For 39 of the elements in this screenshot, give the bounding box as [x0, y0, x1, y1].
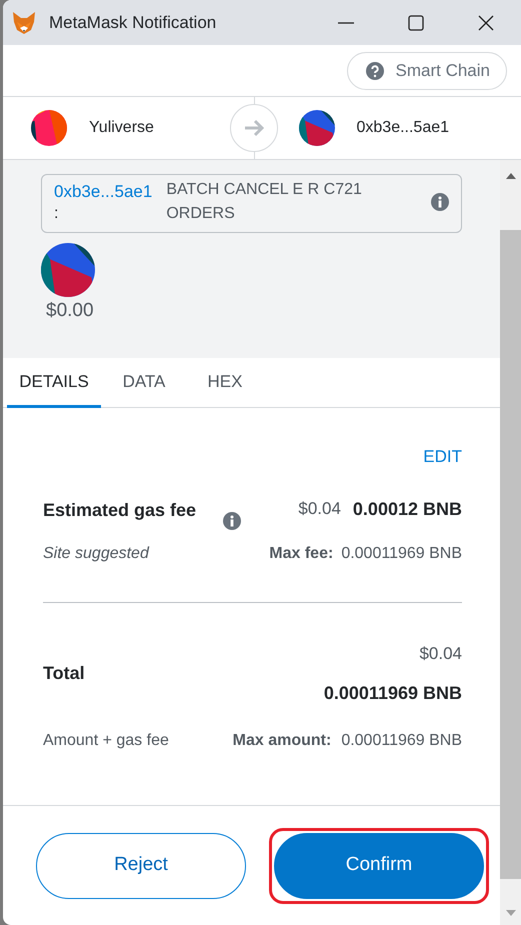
- tab[interactable]: DETAILS: [7, 358, 101, 408]
- arrow-right-icon: [242, 117, 264, 139]
- avatar-icon: [41, 243, 95, 297]
- fox-icon: [11, 10, 37, 36]
- info-icon: [431, 193, 449, 211]
- gas-fee-label: Estimated gas fee: [43, 498, 198, 522]
- recipient-address: 0xb3e...5ae1: [356, 118, 450, 138]
- site-suggested-text: Site suggested: [43, 544, 149, 564]
- total-fiat: $0.04: [419, 642, 462, 664]
- contract-address-link[interactable]: 0xb3e...5ae1: [54, 180, 152, 204]
- gas-fee-amount: 0.00012 BNB: [352, 498, 462, 520]
- method-name: BATCH CANCEL E R C721 ORDERS: [166, 180, 363, 224]
- max-amount-label: Max amount:: [232, 731, 332, 751]
- tab[interactable]: DATA: [101, 358, 187, 408]
- amount-plus-gas-text: Amount + gas fee: [43, 731, 169, 751]
- total-label: Total: [43, 662, 85, 686]
- max-fee-label: Max fee:: [269, 544, 334, 564]
- value-amount: $0.00: [46, 299, 95, 323]
- sender-name: Yuliverse: [89, 118, 154, 138]
- window-title: MetaMask Notification: [49, 12, 218, 34]
- maximize-icon: [408, 14, 424, 30]
- info-icon: [223, 512, 241, 530]
- max-amount-value: 0.00011969 BNB: [341, 731, 462, 751]
- scroll-up-icon: [504, 172, 516, 180]
- reject-button[interactable]: Reject: [36, 832, 246, 898]
- separator-text: :: [54, 204, 60, 224]
- network-selector[interactable]: Smart Chain: [346, 52, 507, 90]
- confirm-button[interactable]: Confirm: [274, 832, 484, 898]
- scroll-down-icon: [504, 909, 516, 917]
- scrollbar[interactable]: [500, 160, 521, 925]
- edit-link[interactable]: EDIT: [423, 444, 462, 470]
- avatar-icon: [298, 110, 334, 146]
- help-icon: [366, 62, 384, 80]
- close-icon: [478, 14, 494, 30]
- tab[interactable]: HEX: [187, 358, 263, 408]
- gas-fee-fiat: $0.04: [298, 498, 341, 520]
- total-amount: 0.00011969 BNB: [324, 682, 462, 705]
- max-fee-value: 0.00011969 BNB: [341, 544, 462, 564]
- avatar-icon: [31, 110, 67, 146]
